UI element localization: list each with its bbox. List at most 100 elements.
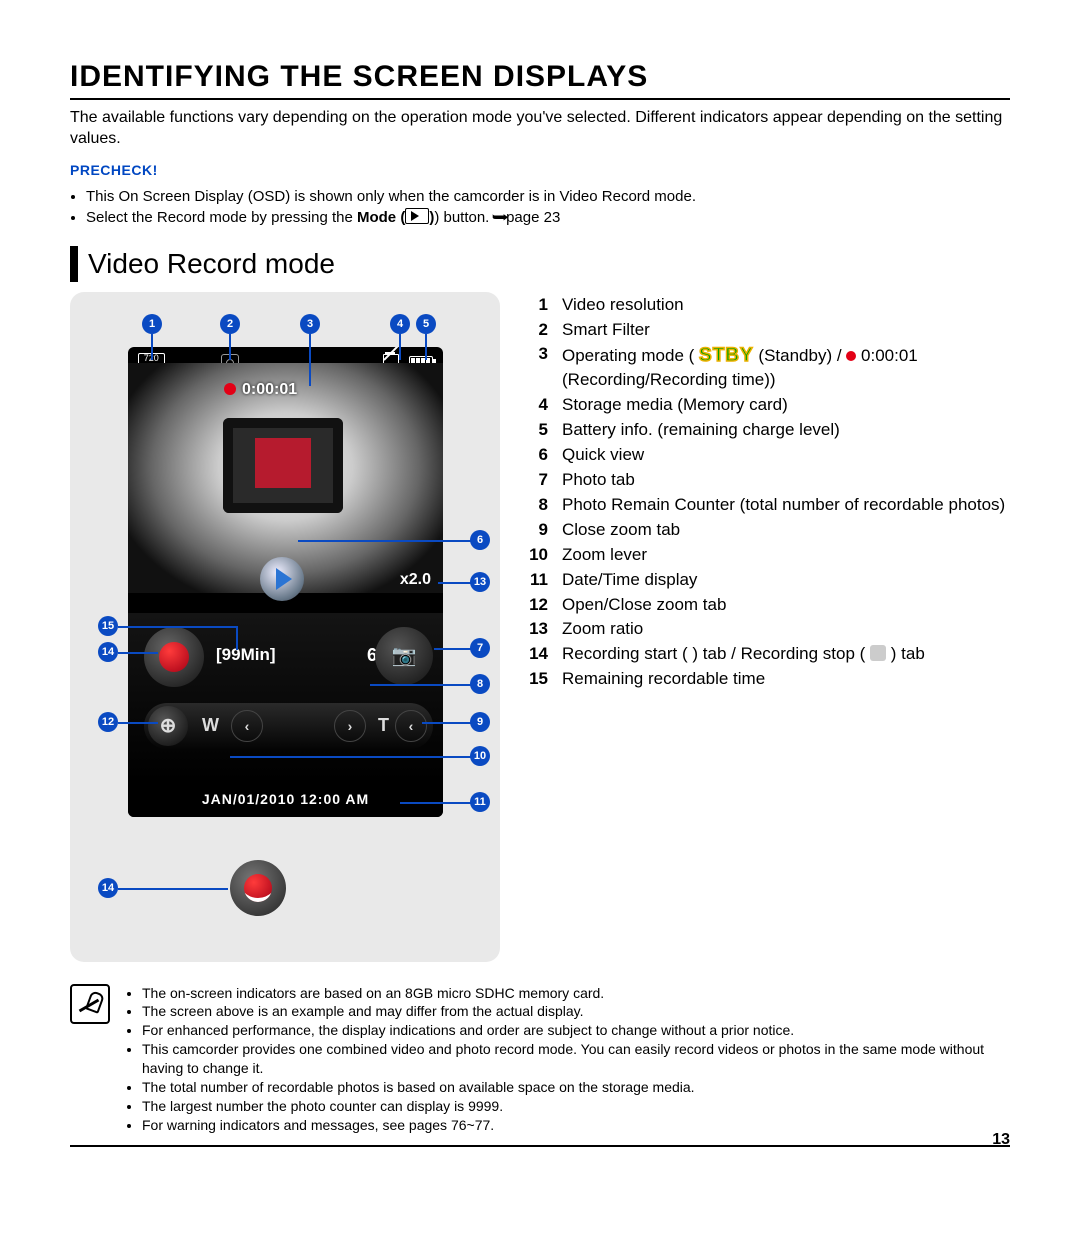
callout-1: 1 <box>142 314 162 334</box>
legend-num: 2 <box>520 319 548 342</box>
legend-num: 12 <box>520 594 548 617</box>
camera-icon: 📷 <box>392 643 417 668</box>
legend-text: Smart Filter <box>562 319 1010 342</box>
record-dot-icon <box>846 351 856 361</box>
osd-screen: 72030 P 0:00:01 x2.0 [99Min] 6 📷 ⊕ W ‹ ›… <box>128 347 443 817</box>
legend-num: 6 <box>520 444 548 467</box>
callout-line <box>118 722 158 724</box>
remaining-time: [99Min] <box>216 645 276 665</box>
callout-line <box>151 334 153 360</box>
callout-4: 4 <box>390 314 410 334</box>
legend-text: Battery info. (remaining charge level) <box>562 419 1010 442</box>
callout-line <box>236 626 238 650</box>
record-start-button[interactable] <box>144 627 204 687</box>
zoom-bar[interactable]: ⊕ W ‹ › T ‹ <box>144 703 433 749</box>
legend-text: Quick view <box>562 444 1010 467</box>
legend-num: 15 <box>520 668 548 691</box>
callout-line <box>230 756 472 758</box>
legend-num: 7 <box>520 469 548 492</box>
callout-12: 12 <box>98 712 118 732</box>
page-number: 13 <box>992 1131 1010 1149</box>
callout-line <box>309 334 311 386</box>
note-item: The largest number the photo counter can… <box>142 1097 1010 1116</box>
legend-num: 9 <box>520 519 548 542</box>
notes-list: The on-screen indicators are based on an… <box>124 984 1010 1135</box>
legend-list: 1Video resolution 2Smart Filter 3Operati… <box>520 292 1010 694</box>
callout-9: 9 <box>470 712 490 732</box>
text: ) button. <box>434 209 493 226</box>
page-ref: page 23 <box>506 209 560 226</box>
zoom-close-button[interactable]: ‹ <box>395 710 427 742</box>
legend-text: Remaining recordable time <box>562 668 1010 691</box>
legend-text: Recording start ( ) tab / Recording stop… <box>562 643 1010 666</box>
callout-14: 14 <box>98 642 118 662</box>
stby-icon: STBY <box>699 345 754 366</box>
datetime-display: JAN/01/2010 12:00 AM <box>128 781 443 817</box>
record-stop-icon <box>870 645 886 661</box>
legend-num: 3 <box>520 343 548 392</box>
device-figure: 1 2 3 4 5 6 13 7 8 9 10 11 15 14 12 14 7… <box>70 292 500 962</box>
recording-timer: 0:00:01 <box>224 381 297 399</box>
callout-11: 11 <box>470 792 490 812</box>
record-stop-button[interactable] <box>230 860 286 916</box>
callout-line <box>422 722 472 724</box>
callout-line <box>118 888 228 890</box>
legend-text: Close zoom tab <box>562 519 1010 542</box>
legend-text: Open/Close zoom tab <box>562 594 1010 617</box>
callout-line <box>298 540 472 542</box>
zoom-open-close-button[interactable]: ⊕ <box>148 706 188 746</box>
note-item: The screen above is an example and may d… <box>142 1002 1010 1021</box>
legend-text: Video resolution <box>562 294 1010 317</box>
zoom-out-button[interactable]: ‹ <box>231 710 263 742</box>
callout-7: 7 <box>470 638 490 658</box>
quick-view-button[interactable] <box>260 557 304 601</box>
callout-line <box>370 684 472 686</box>
callout-2: 2 <box>220 314 240 334</box>
arrow-right-icon: ➥ <box>491 207 509 228</box>
legend-text: Photo tab <box>562 469 1010 492</box>
zoom-ratio-label: x2.0 <box>400 571 431 589</box>
page-title: IDENTIFYING THE SCREEN DISPLAYS <box>70 60 1010 100</box>
legend-num: 5 <box>520 419 548 442</box>
magnifier-plus-icon: ⊕ <box>160 713 177 738</box>
legend-text: Photo Remain Counter (total number of re… <box>562 494 1010 517</box>
callout-line <box>438 582 472 584</box>
precheck-item: Select the Record mode by pressing the M… <box>86 207 1010 228</box>
callout-10: 10 <box>470 746 490 766</box>
note-item: For enhanced performance, the display in… <box>142 1021 1010 1040</box>
legend-num: 1 <box>520 294 548 317</box>
lens-icon <box>223 418 343 513</box>
intro-text: The available functions vary depending o… <box>70 108 1010 150</box>
zoom-wide-label: W <box>202 715 219 736</box>
note-item: For warning indicators and messages, see… <box>142 1116 1010 1135</box>
callout-8: 8 <box>470 674 490 694</box>
note-item: This camcorder provides one combined vid… <box>142 1040 1010 1078</box>
callout-line <box>425 334 427 360</box>
mode-play-icon <box>405 208 429 224</box>
zoom-in-button[interactable]: › <box>334 710 366 742</box>
legend-num: 11 <box>520 569 548 592</box>
chevron-left-icon: ‹ <box>245 718 250 734</box>
callout-14b: 14 <box>98 878 118 898</box>
legend-text: Date/Time display <box>562 569 1010 592</box>
chevron-right-icon: › <box>348 718 353 734</box>
chevron-left-icon: ‹ <box>409 718 414 734</box>
callout-5: 5 <box>416 314 436 334</box>
text: Select the Record mode by pressing the <box>86 209 357 226</box>
legend-text: Storage media (Memory card) <box>562 394 1010 417</box>
note-icon <box>70 984 110 1024</box>
callout-6: 6 <box>470 530 490 550</box>
section-heading: Video Record mode <box>70 246 1010 282</box>
precheck-label: PRECHECK! <box>70 162 1010 178</box>
legend-text: Zoom ratio <box>562 618 1010 641</box>
callout-line <box>229 334 231 360</box>
callout-line <box>118 626 238 628</box>
legend-num: 10 <box>520 544 548 567</box>
photo-tab-button[interactable]: 📷 <box>375 627 433 685</box>
callout-line <box>434 648 472 650</box>
callout-line <box>400 802 472 804</box>
callout-15: 15 <box>98 616 118 636</box>
precheck-item: This On Screen Display (OSD) is shown on… <box>86 186 1010 207</box>
callout-line <box>118 652 158 654</box>
callout-13: 13 <box>470 572 490 592</box>
